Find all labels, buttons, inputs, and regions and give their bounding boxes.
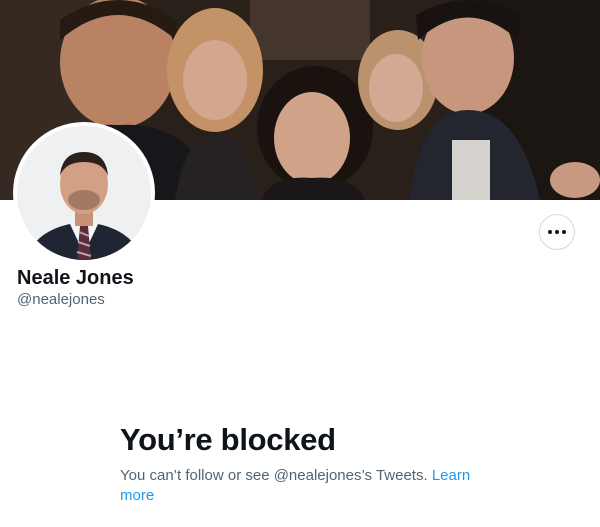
blocked-message-text: You can’t follow or see @nealejones’s Tw… xyxy=(120,467,428,484)
profile-name: Neale Jones xyxy=(17,267,134,289)
profile-avatar[interactable] xyxy=(13,122,155,264)
blocked-message: You can’t follow or see @nealejones’s Tw… xyxy=(120,466,480,506)
blocked-title: You’re blocked xyxy=(120,422,336,457)
avatar-illustration xyxy=(17,126,151,260)
more-options-button[interactable] xyxy=(539,214,575,250)
profile-handle: @nealejones xyxy=(17,291,105,308)
avatar-photo xyxy=(17,126,151,260)
more-horizontal-icon xyxy=(548,230,566,234)
